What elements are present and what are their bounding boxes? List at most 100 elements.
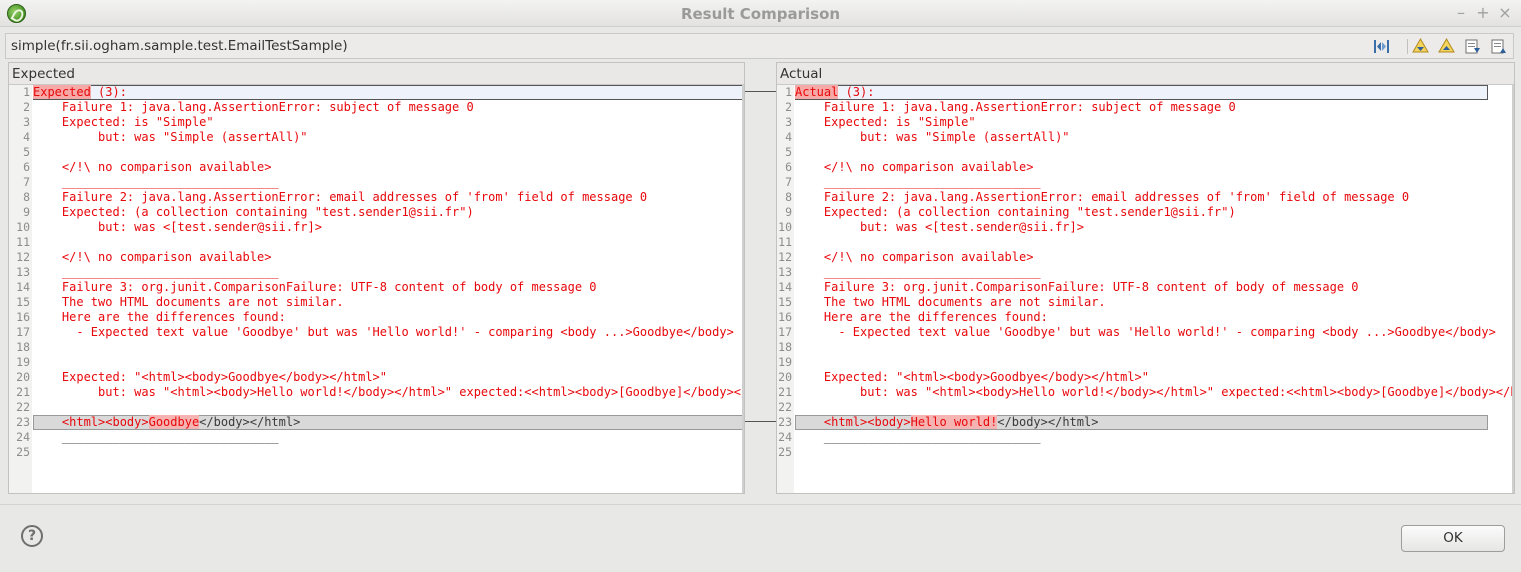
line-number: 14 — [778, 280, 792, 294]
line-number: 1 — [23, 85, 30, 99]
line-number: 2 — [785, 100, 792, 114]
expected-pane-label: Expected — [9, 63, 744, 85]
line-number: 22 — [16, 400, 30, 414]
code-line: - Expected text value 'Goodbye' but was … — [795, 325, 1496, 339]
code-line: Failure 2: java.lang.AssertionError: ema… — [795, 190, 1410, 204]
ok-button[interactable]: OK — [1401, 525, 1505, 552]
line-number: 8 — [785, 190, 792, 204]
code-line: Expected: (a collection containing "test… — [33, 205, 474, 219]
line-number: 19 — [16, 355, 30, 369]
code-line: Failure 3: org.junit.ComparisonFailure: … — [33, 280, 597, 294]
line-number: 2 — [23, 100, 30, 114]
line-number: 19 — [778, 355, 792, 369]
line-number: 24 — [16, 430, 30, 444]
code-line: <html><body>Goodbye</body></html> — [33, 415, 301, 429]
code-line: Expected (3): — [33, 85, 127, 99]
comparison-header: simple(fr.sii.ogham.sample.test.EmailTes… — [5, 33, 1514, 59]
code-line: Expected: "<html><body>Goodbye</body></h… — [795, 370, 1150, 384]
line-number: 7 — [23, 175, 30, 189]
code-line: but: was "Simple (assertAll)" — [795, 130, 1070, 144]
line-number: 10 — [778, 220, 792, 234]
line-number: 9 — [23, 205, 30, 219]
line-number: 3 — [23, 115, 30, 129]
code-line: ______________________________ — [33, 430, 279, 444]
line-number: 5 — [23, 145, 30, 159]
line-number: 14 — [16, 280, 30, 294]
code-line: Failure 2: java.lang.AssertionError: ema… — [33, 190, 648, 204]
line-number: 17 — [16, 325, 30, 339]
vertical-scrollbar[interactable] — [1512, 85, 1514, 493]
line-number: 21 — [778, 385, 792, 399]
line-number: 25 — [778, 445, 792, 459]
code-line: </!\ no comparison available> — [33, 250, 272, 264]
code-line: Failure 3: org.junit.ComparisonFailure: … — [795, 280, 1359, 294]
footer-divider — [0, 504, 1521, 505]
code-line: Here are the differences found: — [795, 310, 1048, 324]
help-button[interactable]: ? — [21, 525, 43, 547]
previous-change-icon[interactable] — [1490, 38, 1507, 55]
code-line: </!\ no comparison available> — [795, 250, 1034, 264]
code-line: ______________________________ — [795, 265, 1041, 279]
line-number: 15 — [778, 295, 792, 309]
minimize-button[interactable]: – — [1452, 3, 1470, 23]
line-number: 4 — [785, 130, 792, 144]
line-number: 6 — [785, 160, 792, 174]
expected-text[interactable]: 1 Expected (3): 2 Failure 1: java.lang.Ass… — [9, 85, 744, 493]
code-line: ______________________________ — [795, 175, 1041, 189]
line-number: 12 — [778, 250, 792, 264]
diff-highlight-line-1 — [795, 85, 1488, 100]
expected-pane[interactable]: Expected 1 Expected (3): 2 Failure 1: java… — [8, 62, 745, 494]
line-number: 6 — [23, 160, 30, 174]
close-button[interactable]: × — [1496, 3, 1514, 23]
line-number: 9 — [785, 205, 792, 219]
code-line: Expected: "<html><body>Goodbye</body></h… — [33, 370, 388, 384]
line-number: 18 — [778, 340, 792, 354]
two-way-compare-icon[interactable] — [1373, 38, 1390, 55]
line-number: 11 — [778, 235, 792, 249]
code-line: Expected: (a collection containing "test… — [795, 205, 1236, 219]
previous-difference-icon[interactable] — [1438, 38, 1455, 55]
line-number: 5 — [785, 145, 792, 159]
code-line: The two HTML documents are not similar. — [33, 295, 344, 309]
code-line: Failure 1: java.lang.AssertionError: sub… — [33, 100, 474, 114]
line-number: 13 — [16, 265, 30, 279]
line-number: 13 — [778, 265, 792, 279]
line-number: 17 — [778, 325, 792, 339]
code-line: but: was "Simple (assertAll)" — [33, 130, 308, 144]
actual-pane[interactable]: Actual 1 Actual (3): 2 Failure 1: java.lan… — [776, 62, 1515, 494]
line-number: 16 — [778, 310, 792, 324]
code-line: Actual (3): — [795, 85, 875, 99]
line-number: 18 — [16, 340, 30, 354]
window-title: Result Comparison — [680, 5, 841, 23]
line-number: 21 — [16, 385, 30, 399]
code-line: - Expected text value 'Goodbye' but was … — [33, 325, 734, 339]
line-number: 1 — [785, 85, 792, 99]
line-number: 22 — [778, 400, 792, 414]
code-line: Here are the differences found: — [33, 310, 286, 324]
toolbar-separator — [1407, 39, 1408, 54]
diff-connector — [745, 62, 776, 494]
next-difference-icon[interactable] — [1412, 38, 1429, 55]
maximize-button[interactable]: + — [1474, 3, 1492, 23]
code-line: ______________________________ — [33, 265, 279, 279]
connector-line-1 — [745, 91, 776, 92]
code-line: </!\ no comparison available> — [33, 160, 272, 174]
line-number: 10 — [16, 220, 30, 234]
line-number: 11 — [16, 235, 30, 249]
line-number: 8 — [23, 190, 30, 204]
line-number: 4 — [23, 130, 30, 144]
line-number: 25 — [16, 445, 30, 459]
line-number: 20 — [778, 370, 792, 384]
line-number: 20 — [16, 370, 30, 384]
connector-line-23 — [745, 421, 776, 422]
next-change-icon[interactable] — [1464, 38, 1481, 55]
diff-highlight-line-1 — [33, 85, 744, 100]
line-number: 12 — [16, 250, 30, 264]
code-line: Failure 1: java.lang.AssertionError: sub… — [795, 100, 1236, 114]
vertical-scrollbar[interactable] — [742, 85, 744, 493]
line-number: 23 — [778, 415, 792, 429]
actual-text[interactable]: 1 Actual (3): 2 Failure 1: java.lang.Asser… — [777, 85, 1514, 493]
code-line: but: was <[test.sender@sii.fr]> — [33, 220, 322, 234]
line-number: 16 — [16, 310, 30, 324]
title-bar: Result Comparison – + × — [0, 0, 1521, 27]
